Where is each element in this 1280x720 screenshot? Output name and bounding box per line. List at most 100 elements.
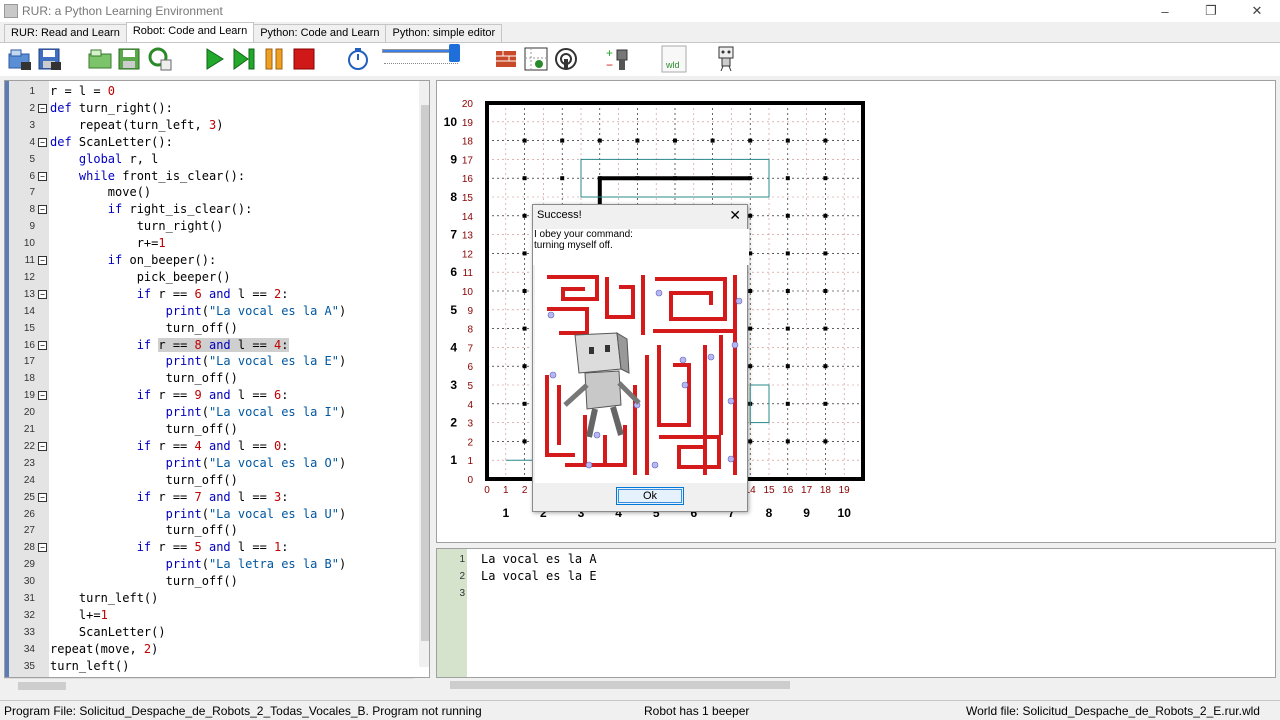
step-icon[interactable] — [230, 45, 258, 73]
world-y-label: 9 — [450, 152, 457, 166]
code-line[interactable]: 15 turn_off() — [5, 320, 417, 337]
world-y-label-small: 20 — [462, 99, 474, 110]
code-line[interactable]: 13− if r == 6 and l == 2: — [5, 286, 417, 303]
line-number: 11 — [24, 255, 35, 266]
code-line[interactable]: 24 turn_off() — [5, 472, 417, 489]
code-line[interactable]: 22− if r == 4 and l == 0: — [5, 438, 417, 455]
editor-vertical-scrollbar[interactable] — [419, 81, 429, 667]
fold-toggle-icon[interactable]: − — [38, 441, 47, 451]
code-line[interactable]: 3 repeat(turn_left, 3) — [5, 117, 417, 134]
code-line[interactable]: 23 print("La vocal es la O") — [5, 455, 417, 472]
code-text: global r, l — [78, 151, 159, 166]
code-line[interactable]: 35 turn_left() — [5, 658, 417, 675]
dialog-close-button[interactable]: ✕ — [729, 207, 741, 224]
code-line[interactable]: 25− if r == 7 and l == 3: — [5, 489, 417, 506]
code-line[interactable]: 33 ScanLetter() — [5, 624, 417, 641]
world-x-label-small: 15 — [763, 485, 775, 496]
save-file-icon[interactable] — [36, 45, 64, 73]
dialog-message-line-2: turning myself off. — [534, 240, 613, 251]
fold-toggle-icon[interactable]: − — [38, 205, 47, 215]
editor-horizontal-scrollbar[interactable] — [4, 678, 414, 692]
output-horizontal-scrollbar[interactable] — [436, 678, 1276, 692]
open-file-icon[interactable] — [6, 45, 34, 73]
code-line[interactable]: 12 pick_beeper() — [5, 269, 417, 286]
tab-rur-read-and-learn[interactable]: RUR: Read and Learn — [4, 24, 127, 42]
stop-icon[interactable] — [290, 45, 318, 73]
code-text: turn_left() — [50, 591, 159, 605]
line-number: 14 — [23, 305, 35, 317]
editor-horizontal-scrollbar-thumb[interactable] — [18, 682, 66, 690]
line-number: 30 — [23, 576, 35, 588]
code-line[interactable]: 19− if r == 9 and l == 6: — [5, 387, 417, 404]
fold-toggle-icon[interactable]: − — [38, 171, 47, 181]
speed-slider-thumb[interactable] — [448, 44, 460, 62]
line-number: 1 — [29, 86, 35, 97]
fold-toggle-icon[interactable]: − — [38, 391, 47, 401]
editor-vertical-scrollbar-thumb[interactable] — [421, 105, 429, 641]
timer-icon[interactable] — [344, 45, 372, 73]
maximize-button[interactable]: ❐ — [1188, 0, 1234, 22]
fold-toggle-icon[interactable]: − — [38, 543, 47, 553]
code-line[interactable]: 18 turn_off() — [5, 370, 417, 387]
tab-python-simple-editor[interactable]: Python: simple editor — [385, 24, 503, 42]
open-world-icon[interactable] — [86, 45, 114, 73]
code-line[interactable]: 21 turn_off() — [5, 421, 417, 438]
close-window-button[interactable]: ✕ — [1234, 0, 1280, 22]
code-line[interactable]: 26 print("La vocal es la U") — [5, 506, 417, 523]
reload-world-icon[interactable] — [146, 45, 174, 73]
fold-toggle-icon[interactable]: − — [38, 256, 47, 265]
edit-beepers-icon[interactable] — [522, 45, 550, 73]
code-line[interactable]: 27 turn_off() — [5, 522, 417, 539]
fold-toggle-icon[interactable]: − — [38, 492, 47, 502]
add-robot-icon[interactable]: + − — [604, 45, 632, 73]
code-text: turn_off() — [50, 422, 238, 436]
code-line[interactable]: 32 l+=1 — [5, 607, 417, 624]
code-line[interactable]: 5 global r, l — [5, 151, 417, 168]
fold-toggle-icon[interactable]: − — [38, 340, 47, 350]
main-tabs: RUR: Read and Learn Robot: Code and Lear… — [0, 22, 1280, 42]
pause-icon[interactable] — [260, 45, 288, 73]
code-line[interactable]: 2− def turn_right(): — [5, 100, 417, 117]
code-line[interactable]: 10 r+=1 — [5, 235, 417, 252]
line-number: 35 — [23, 660, 35, 672]
code-line[interactable]: 28− if r == 5 and l == 1: — [5, 539, 417, 556]
world-file-icon[interactable]: wld — [660, 45, 688, 73]
code-line[interactable]: 4− def ScanLetter(): — [5, 134, 417, 151]
fold-toggle-icon[interactable]: − — [38, 103, 47, 113]
code-text: r+=1 — [50, 236, 166, 251]
grid-corner — [560, 138, 565, 143]
code-line[interactable]: 17 print("La vocal es la E") — [5, 353, 417, 370]
tab-robot-code-and-learn[interactable]: Robot: Code and Learn — [125, 22, 255, 42]
fold-toggle-icon[interactable]: − — [38, 289, 47, 299]
dialog-message-line-1: I obey your command: — [534, 229, 633, 240]
code-line[interactable]: 7 move() — [5, 184, 417, 201]
code-line[interactable]: 14 print("La vocal es la A") — [5, 303, 417, 320]
line-number: 20 — [23, 407, 35, 419]
robot-avatar-icon[interactable] — [712, 45, 740, 73]
run-icon[interactable] — [200, 45, 228, 73]
code-line[interactable]: 11− if on_beeper(): — [5, 252, 417, 269]
code-line[interactable]: 34 repeat(move, 2) — [5, 641, 417, 658]
world-y-label-small: 3 — [467, 419, 473, 430]
code-line[interactable]: 1 r = l = 0 — [5, 83, 417, 100]
dialog-ok-button[interactable]: Ok — [616, 487, 684, 505]
output-horizontal-scrollbar-thumb[interactable] — [450, 681, 790, 689]
tab-python-code-and-learn[interactable]: Python: Code and Learn — [253, 24, 387, 42]
code-line[interactable]: 20 print("La vocal es la I") — [5, 404, 417, 421]
code-line[interactable]: 30 turn_off() — [5, 573, 417, 590]
world-y-label: 1 — [450, 453, 457, 467]
success-dialog: Success! ✕ I obey your command: turning … — [532, 204, 749, 512]
save-world-icon[interactable] — [116, 45, 144, 73]
minimize-button[interactable]: – — [1142, 0, 1188, 22]
fold-toggle-icon[interactable]: − — [38, 137, 47, 147]
code-line[interactable]: 31 turn_left() — [5, 590, 417, 607]
code-line[interactable]: 6− while front_is_clear(): — [5, 168, 417, 185]
code-editor[interactable]: 1r = l = 0 2− def turn_right(): 3 repeat(tu… — [4, 80, 430, 678]
world-y-label-small: 10 — [462, 287, 474, 298]
code-line[interactable]: 16− if r == 8 and l == 4: — [5, 337, 417, 354]
code-line[interactable]: 29 print("La letra es la B") — [5, 556, 417, 573]
edit-walls-icon[interactable] — [492, 45, 520, 73]
code-line[interactable]: 8− if right_is_clear(): — [5, 201, 417, 218]
code-line[interactable]: 9 turn_right() — [5, 218, 417, 235]
edit-robot-icon[interactable] — [552, 45, 580, 73]
